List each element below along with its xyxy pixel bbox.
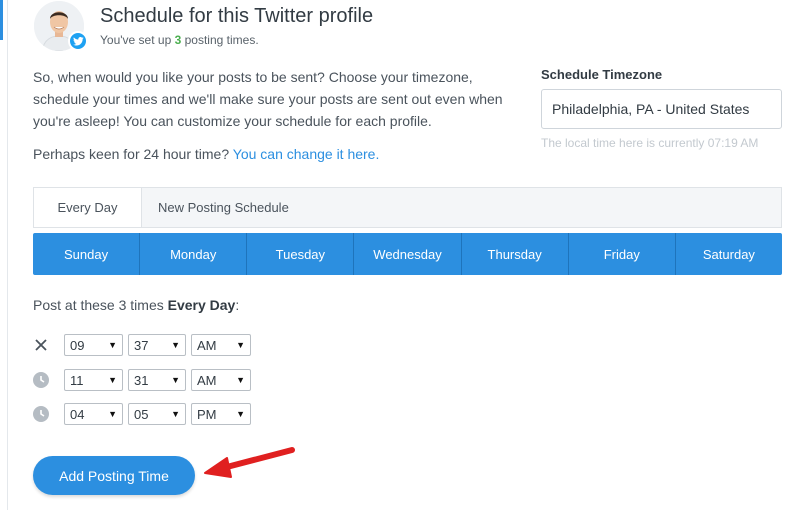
day-tuesday[interactable]: Tuesday — [247, 233, 355, 275]
hour-select[interactable]: 04 ▼ — [64, 403, 123, 425]
ampm-select[interactable]: AM ▼ — [191, 334, 251, 356]
tab-new-posting-schedule[interactable]: New Posting Schedule — [142, 188, 305, 227]
annotation-arrow-icon — [204, 447, 295, 478]
change-time-format-link[interactable]: You can change it here. — [233, 146, 380, 162]
schedule-tabs: Every Day New Posting Schedule — [33, 187, 782, 228]
day-sunday[interactable]: Sunday — [33, 233, 141, 275]
minute-select[interactable]: 31 ▼ — [128, 369, 186, 391]
local-time-hint: The local time here is currently 07:19 A… — [541, 136, 759, 150]
timezone-input[interactable] — [541, 89, 782, 129]
minute-select[interactable]: 05 ▼ — [128, 403, 186, 425]
intro-text: So, when would you like your posts to be… — [33, 69, 503, 129]
minute-value: 31 — [134, 372, 149, 388]
ampm-select[interactable]: AM ▼ — [191, 369, 251, 391]
ampm-select[interactable]: PM ▼ — [191, 403, 251, 425]
minute-value: 05 — [134, 406, 149, 422]
day-friday[interactable]: Friday — [569, 233, 676, 275]
dropdown-arrow-icon: ▼ — [108, 340, 117, 350]
post-times-label-prefix: Post at these 3 times — [33, 297, 164, 313]
day-wednesday[interactable]: Wednesday — [354, 233, 462, 275]
dropdown-arrow-icon: ▼ — [171, 375, 180, 385]
time-format-text: Perhaps keen for 24 hour time? — [33, 146, 230, 162]
page-title: Schedule for this Twitter profile — [100, 5, 374, 27]
subtitle-prefix: You've set up — [100, 33, 172, 47]
minute-value: 37 — [134, 337, 149, 353]
dropdown-arrow-icon: ▼ — [108, 409, 117, 419]
twitter-badge-icon — [68, 31, 88, 51]
posting-time-row: 11 ▼ 31 ▼ AM ▼ — [33, 369, 256, 391]
posting-time-row: 04 ▼ 05 ▼ PM ▼ — [33, 403, 256, 425]
timezone-label: Schedule Timezone — [541, 67, 663, 82]
hour-value: 09 — [70, 337, 85, 353]
posting-count-summary: You've set up 3 posting times. — [100, 33, 259, 47]
hour-value: 11 — [70, 372, 84, 388]
post-times-label-suffix: : — [235, 297, 240, 313]
posting-count: 3 — [174, 33, 182, 47]
hour-select[interactable]: 09 ▼ — [64, 334, 123, 356]
hour-select[interactable]: 11 ▼ — [64, 369, 123, 391]
tab-every-day[interactable]: Every Day — [34, 188, 142, 227]
hour-value: 04 — [70, 406, 85, 422]
dropdown-arrow-icon: ▼ — [171, 409, 180, 419]
clock-icon — [33, 406, 49, 422]
sidebar-divider — [7, 0, 8, 510]
dropdown-arrow-icon: ▼ — [171, 340, 180, 350]
subtitle-suffix: posting times. — [184, 33, 259, 47]
time-format-note: Perhaps keen for 24 hour time? You can c… — [33, 146, 379, 162]
post-times-label-day: Every Day — [167, 297, 236, 313]
ampm-value: AM — [197, 337, 217, 353]
ampm-value: PM — [197, 406, 217, 422]
dropdown-arrow-icon: ▼ — [236, 409, 245, 419]
dropdown-arrow-icon: ▼ — [236, 375, 245, 385]
close-icon[interactable] — [33, 337, 49, 353]
ampm-value: AM — [197, 372, 217, 388]
active-indicator — [0, 0, 3, 40]
day-monday[interactable]: Monday — [140, 233, 248, 275]
dropdown-arrow-icon: ▼ — [108, 375, 117, 385]
clock-icon — [33, 372, 49, 388]
minute-select[interactable]: 37 ▼ — [128, 334, 186, 356]
day-thursday[interactable]: Thursday — [462, 233, 569, 275]
post-times-label: Post at these 3 times Every Day: — [33, 297, 239, 313]
posting-time-row: 09 ▼ 37 ▼ AM ▼ — [33, 334, 256, 356]
add-posting-time-button[interactable]: Add Posting Time — [33, 456, 195, 495]
dropdown-arrow-icon: ▼ — [236, 340, 245, 350]
day-saturday[interactable]: Saturday — [676, 233, 782, 275]
day-selector: Sunday Monday Tuesday Wednesday Thursday… — [33, 233, 782, 275]
